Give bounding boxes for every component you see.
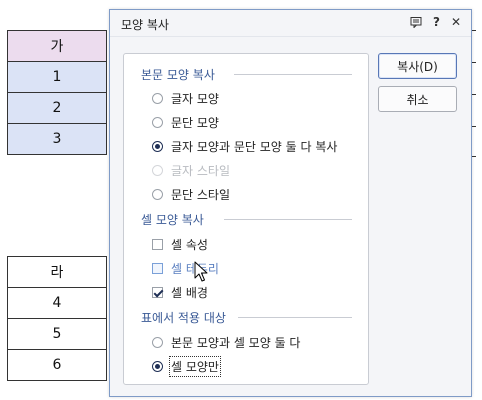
divider [234,74,352,75]
radio-button-disabled [152,165,163,176]
table-cell[interactable]: 6 [7,349,107,381]
radio-char-and-para-shape[interactable]: 글자 모양과 문단 모양 둘 다 복사 [152,138,337,155]
divider [224,219,352,220]
close-icon[interactable]: ✕ [451,15,461,29]
table-cell[interactable]: 가 [7,30,107,62]
table-cell[interactable]: 3 [7,123,107,155]
help-icon[interactable]: ? [433,15,440,29]
checkbox-cell-background[interactable]: 셀 배경 [152,284,208,301]
shape-copy-dialog: 모양 복사 ? ✕ 본문 모양 복사 글자 모양 문단 모양 글자 모양과 문단… [109,9,472,397]
table-bottom: 라 4 5 6 [7,256,107,381]
dialog-title: 모양 복사 [121,18,169,32]
mouse-cursor-icon [194,261,208,282]
checkbox-cell-properties[interactable]: 셀 속성 [152,236,208,253]
dialog-titlebar[interactable]: 모양 복사 ? ✕ [110,10,471,37]
table-cell[interactable]: 2 [7,92,107,124]
radio-char-style: 글자 스타일 [152,162,230,179]
table-top: 가 1 2 3 [7,30,107,155]
radio-cell-only[interactable]: 셀 모양만 [152,356,221,377]
checkbox-checked[interactable] [152,287,163,298]
radio-button[interactable] [152,337,163,348]
radio-button-selected[interactable] [152,141,163,152]
copy-button[interactable]: 복사(D) [378,53,457,79]
cancel-button[interactable]: 취소 [378,86,457,112]
table-cell[interactable]: 4 [7,287,107,319]
table-cell[interactable]: 1 [7,61,107,93]
section-title-table-target: 표에서 적용 대상 [141,311,226,325]
checkbox[interactable] [152,263,163,274]
comment-icon[interactable] [410,16,422,28]
radio-button-selected[interactable] [152,361,163,372]
radio-button[interactable] [152,189,163,200]
checkbox[interactable] [152,239,163,250]
radio-para-shape[interactable]: 문단 모양 [152,114,219,131]
radio-para-style[interactable]: 문단 스타일 [152,186,230,203]
section-title-body-copy: 본문 모양 복사 [141,68,215,82]
radio-button[interactable] [152,117,163,128]
divider [238,317,352,318]
radio-char-shape[interactable]: 글자 모양 [152,90,219,107]
options-panel: 본문 모양 복사 글자 모양 문단 모양 글자 모양과 문단 모양 둘 다 복사… [123,53,369,385]
table-cell[interactable]: 5 [7,318,107,350]
checkbox-cell-border[interactable]: 셀 테두리 [152,260,219,277]
radio-button[interactable] [152,93,163,104]
section-title-cell-copy: 셀 모양 복사 [141,213,204,227]
radio-both-body-and-cell[interactable]: 본문 모양과 셀 모양 둘 다 [152,334,300,351]
table-cell[interactable]: 라 [7,256,107,288]
